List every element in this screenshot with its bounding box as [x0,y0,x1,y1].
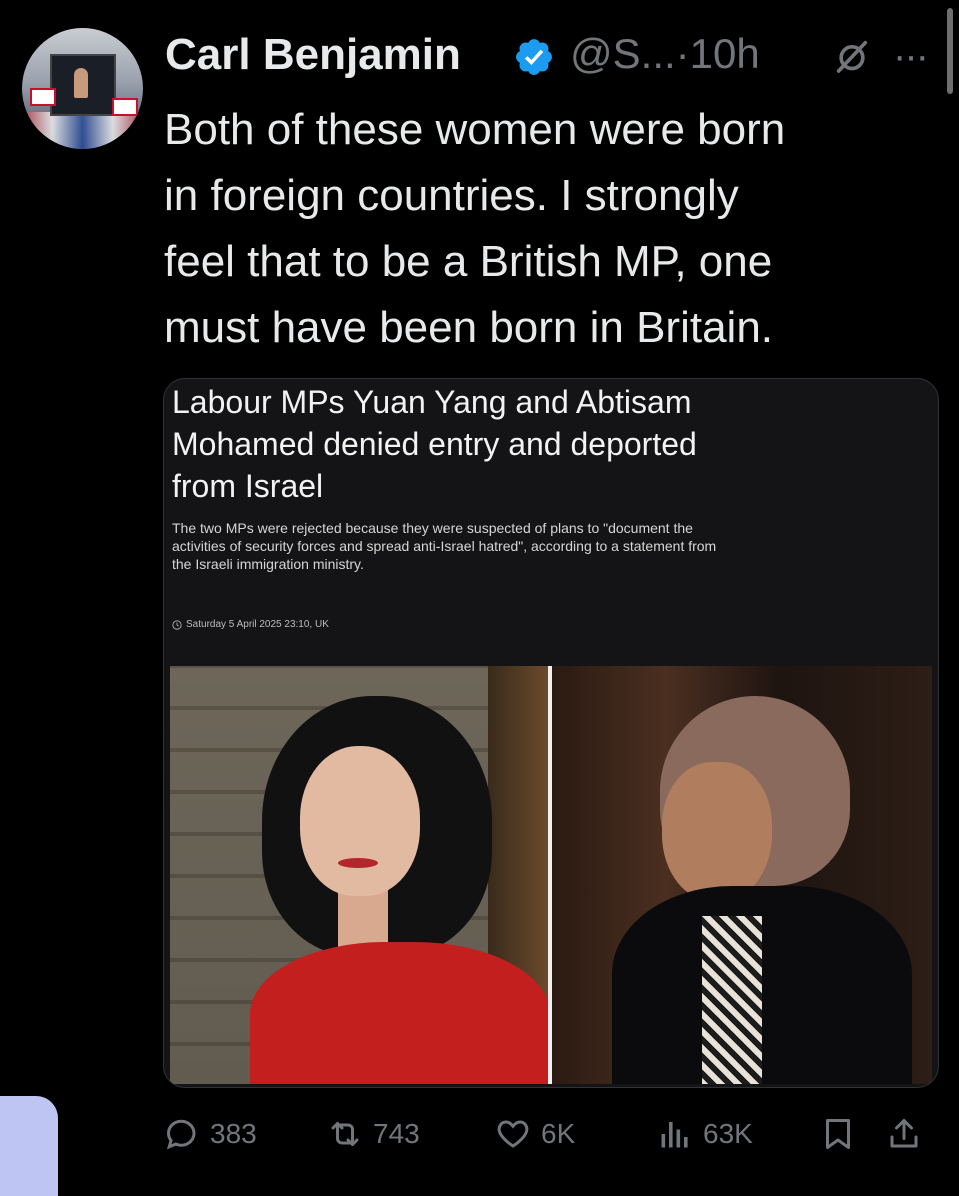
photo-face [662,762,772,902]
headline-line: Labour MPs Yuan Yang and Abtisam [172,384,692,420]
reply-icon [166,1119,196,1150]
photo-red-dress [250,942,548,1084]
article-standfirst: The two MPs were rejected because they w… [172,519,862,573]
photo-face [300,746,420,896]
avatar-crowd [22,112,143,149]
bookmark-button[interactable] [820,1116,856,1152]
share-button[interactable] [886,1116,922,1152]
share-icon [890,1119,918,1148]
views-button[interactable]: 63K [657,1116,753,1152]
views-count: 63K [703,1118,753,1149]
standfirst-line: The two MPs were rejected because they w… [172,520,693,536]
photo-blouse [702,916,762,1084]
like-count: 6K [541,1118,576,1149]
article-dateline: Saturday 5 April 2025 23:10, UK [172,619,329,630]
action-bar: 383 743 6K 63K [0,1108,959,1168]
verified-badge-icon [516,39,552,75]
photo-lips [338,858,378,868]
reply-count: 383 [210,1118,257,1149]
scrollbar[interactable] [947,8,953,94]
author-handle-and-time[interactable]: @S...·10h [570,30,760,78]
avatar-flag [112,98,138,116]
author-handle[interactable]: @S... [570,30,676,77]
article-headline: Labour MPs Yuan Yang and Abtisam Mohamed… [172,381,932,507]
bookmark-icon [826,1119,850,1149]
tweet-line: feel that to be a British MP, one [164,237,773,286]
photo-left-woman-red-dress [170,666,548,1084]
tweet-line: in foreign countries. I strongly [164,171,739,220]
author-name[interactable]: Carl Benjamin [165,30,461,80]
heart-icon [497,1120,529,1148]
views-icon [661,1122,688,1148]
repost-icon [331,1122,359,1146]
grok-icon[interactable] [832,36,872,76]
avatar-speaker [74,68,88,98]
photo-right-woman-headscarf [552,666,932,1084]
author-avatar[interactable] [22,28,143,149]
photo-jacket [612,886,912,1084]
avatar-flag [30,88,56,106]
standfirst-line: the Israeli immigration ministry. [172,556,364,572]
media-card[interactable]: Labour MPs Yuan Yang and Abtisam Mohamed… [163,378,939,1088]
dateline-text: Saturday 5 April 2025 23:10, UK [186,619,329,630]
article-photos[interactable] [170,666,932,1084]
standfirst-line: activities of security forces and spread… [172,538,717,554]
separator: · [675,30,690,77]
headline-line: from Israel [172,468,324,504]
more-options-button[interactable]: ··· [893,34,929,79]
tweet-line: must have been born in Britain. [164,303,774,352]
headline-line: Mohamed denied entry and deported [172,426,697,462]
reply-button[interactable]: 383 [164,1116,257,1152]
tweet-line: Both of these women were born [164,105,786,154]
post-time[interactable]: 10h [690,30,760,77]
repost-count: 743 [373,1118,420,1149]
clock-icon [172,619,182,630]
repost-button[interactable]: 743 [327,1116,420,1152]
tweet-text: Both of these women were born in foreign… [164,97,944,361]
like-button[interactable]: 6K [495,1116,575,1152]
